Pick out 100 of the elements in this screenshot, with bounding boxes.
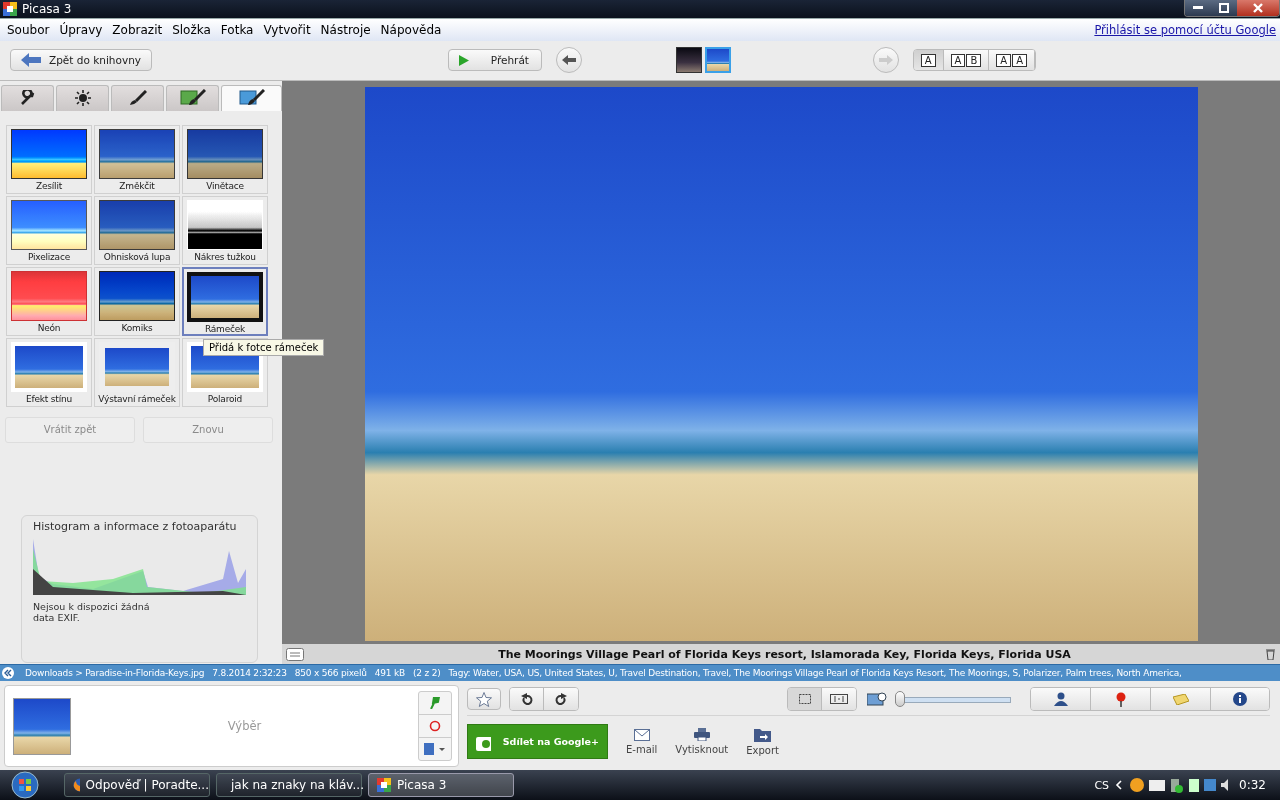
editing-tab[interactable] xyxy=(166,84,220,111)
fit-icon xyxy=(798,694,811,705)
folder-arrow-icon xyxy=(754,727,772,742)
person-icon xyxy=(1053,692,1068,707)
zoom-icon xyxy=(867,692,889,707)
previous-button[interactable] xyxy=(555,47,582,74)
minimize-icon xyxy=(1193,6,1203,10)
share-button[interactable]: Sdílet na Google+ xyxy=(467,724,608,760)
brush-icon xyxy=(128,90,147,107)
editing-tab[interactable] xyxy=(221,84,282,111)
restore-icon xyxy=(1219,3,1229,13)
effect-button[interactable]: Změkčit xyxy=(94,124,180,194)
taskbar-item[interactable]: jak na znaky na kláv... xyxy=(216,773,362,797)
effect-button[interactable]: Zesílit xyxy=(6,124,92,194)
actual-size-button[interactable] xyxy=(822,688,856,711)
editing-tab[interactable] xyxy=(111,84,165,111)
effect-button[interactable]: Komiks xyxy=(94,266,180,336)
picture-brush-icon xyxy=(238,89,265,108)
panel-title: Histogram a informace z fotoaparátu xyxy=(33,519,238,533)
menu-item[interactable]: Vytvořit xyxy=(258,22,316,37)
photo-caption: The Moorings Village Pearl of Florida Keys resort, Islamorada Key, Florida Keys, Florida USA xyxy=(497,647,1072,661)
wrench-icon xyxy=(19,90,36,107)
menu-item[interactable]: Úpravy xyxy=(54,22,108,37)
play-button[interactable]: Přehrát xyxy=(447,49,542,72)
actual-size-icon xyxy=(830,694,848,705)
zoom-slider[interactable] xyxy=(895,691,1011,708)
editing-tab[interactable] xyxy=(1,84,55,111)
action-button[interactable]: Vytisknout xyxy=(675,728,729,756)
effect-button[interactable]: Pixelizace xyxy=(6,195,92,265)
menu-item[interactable]: Nástroje xyxy=(315,22,376,37)
editing-tab[interactable] xyxy=(56,84,110,111)
status-text: (2 z 2) xyxy=(413,668,441,679)
tag-icon xyxy=(1172,693,1189,705)
restore-button[interactable] xyxy=(1211,0,1237,16)
tray-label: Výběr xyxy=(226,719,263,734)
star-icon xyxy=(476,691,492,707)
back-button[interactable]: Zpět do knihovny xyxy=(10,49,152,72)
effect-button[interactable]: Vinětace xyxy=(182,124,268,194)
info-button[interactable] xyxy=(1211,688,1269,711)
menu-item[interactable]: Fotka xyxy=(215,22,259,37)
star-button[interactable] xyxy=(467,688,501,711)
window-title: Picasa 3 xyxy=(22,1,72,16)
clock: 0:32 xyxy=(1239,778,1266,792)
status-text: Tagy: Water, USA, US, United States, U, Travel Destination, Travel, The Moorings Village Pearl of Florida Keys Resort, The Moorings, S, Polarizer, Palm trees, North America, xyxy=(448,668,1182,679)
exif-note: Nejsou k dispozici žádná data EXIF. xyxy=(33,600,151,623)
menu-item[interactable]: Soubor xyxy=(2,22,55,37)
view-mode-button[interactable]: A A xyxy=(989,50,1035,71)
pin-icon xyxy=(430,697,440,710)
rotate-right-icon xyxy=(555,692,567,706)
action-button[interactable]: Export xyxy=(746,727,779,756)
back-arrow-icon xyxy=(21,53,41,68)
status-text: 7.8.2014 2:32:23 xyxy=(212,668,287,679)
effect-button[interactable]: Nákres tužkou xyxy=(182,195,268,265)
circle-icon xyxy=(429,720,441,733)
photo-thumbnail[interactable] xyxy=(675,47,702,74)
menu-item[interactable]: Složka xyxy=(167,22,216,37)
taskbar-item[interactable]: Picasa 3 xyxy=(368,773,514,797)
caption-icon[interactable] xyxy=(286,647,304,661)
envelope-icon xyxy=(633,728,650,741)
photo-thumbnail[interactable] xyxy=(13,697,71,755)
picture-brush-icon xyxy=(179,89,206,108)
tooltip: Přidá k fotce rámeček xyxy=(203,338,325,356)
action-button[interactable]: E-mail xyxy=(626,728,658,755)
status-text: 491 kB xyxy=(374,668,405,679)
view-mode-button[interactable]: A xyxy=(913,50,944,71)
language-indicator[interactable]: CS xyxy=(1094,778,1110,792)
book-icon xyxy=(424,743,446,756)
menu-item[interactable]: Zobrazit xyxy=(107,22,168,37)
effect-button[interactable]: Ohnisková lupa xyxy=(94,195,180,265)
effect-button[interactable]: Rámeček xyxy=(182,266,268,336)
chevron-icon[interactable] xyxy=(1115,780,1124,790)
close-button[interactable] xyxy=(1237,0,1279,16)
trash-icon[interactable] xyxy=(1265,648,1276,661)
photo-thumbnail[interactable] xyxy=(704,47,731,74)
close-icon xyxy=(1253,3,1263,13)
printer-icon xyxy=(693,728,710,742)
rotate-left-icon xyxy=(520,692,533,706)
collapse-icon[interactable] xyxy=(1,666,15,681)
rotate-right-button[interactable] xyxy=(544,688,578,711)
map-pin-icon xyxy=(1115,691,1126,707)
picasa-logo-icon xyxy=(377,778,391,792)
effect-button[interactable]: Efekt stínu xyxy=(6,337,92,407)
start-button[interactable] xyxy=(8,771,42,799)
right-arrow-icon xyxy=(878,55,893,66)
sign-in-link[interactable]: Přihlásit se pomocí účtu Google xyxy=(1094,22,1276,37)
effect-button[interactable]: Neón xyxy=(6,266,92,336)
status-text: 850 x 566 pixelů xyxy=(294,668,367,679)
taskbar-item[interactable]: Odpověď | Poradte... xyxy=(64,773,210,797)
sun-icon xyxy=(74,90,91,107)
menu-item[interactable]: Nápověda xyxy=(375,22,447,37)
firefox-icon xyxy=(73,778,80,792)
people-button[interactable] xyxy=(1031,688,1091,711)
left-arrow-icon xyxy=(561,55,576,66)
rotate-left-button[interactable] xyxy=(510,688,544,711)
effect-button[interactable]: Výstavní rámeček xyxy=(94,337,180,407)
view-mode-button[interactable]: A B xyxy=(943,50,990,71)
minimize-button[interactable] xyxy=(1185,0,1211,16)
file-path: Downloads > Paradise-in-Florida-Keys.jpg xyxy=(25,668,205,679)
places-button[interactable] xyxy=(1091,688,1151,711)
picasa-logo-icon xyxy=(3,1,17,16)
